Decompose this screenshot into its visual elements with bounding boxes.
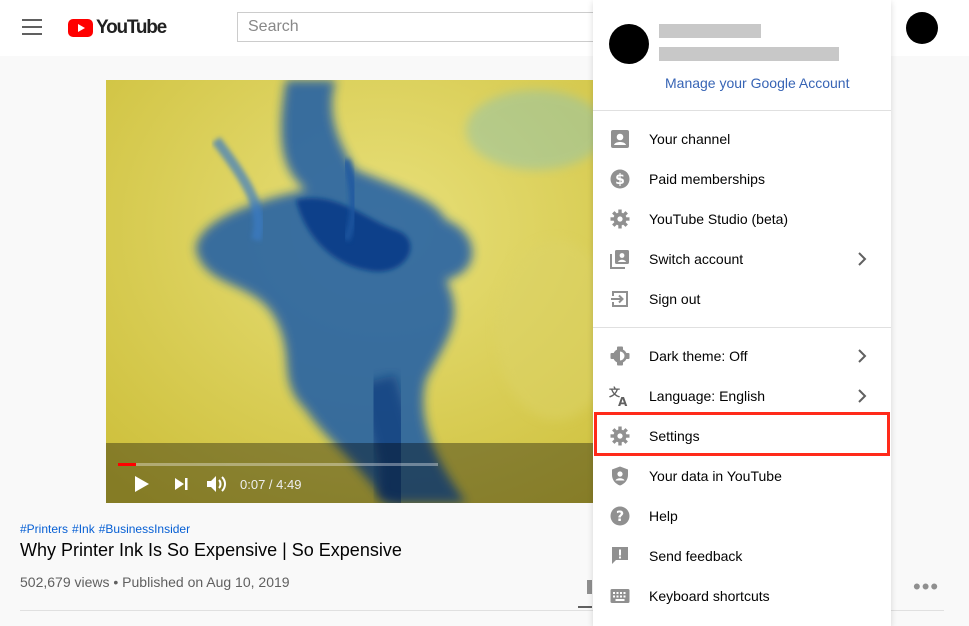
gear-icon — [610, 426, 630, 446]
menu-item-paid-memberships[interactable]: $ Paid memberships — [593, 159, 891, 199]
svg-text:?: ? — [616, 509, 624, 525]
manage-account-link[interactable]: Manage your Google Account — [665, 75, 849, 91]
menu-item-language[interactable]: 文 A Language: English — [593, 376, 891, 416]
menu-item-label: Language: English — [649, 388, 765, 404]
menu-separator — [593, 327, 891, 328]
svg-text:$: $ — [615, 172, 625, 188]
like-ratio-icon — [587, 580, 592, 594]
time-display: 0:07 / 4:49 — [240, 477, 302, 492]
next-icon[interactable] — [174, 477, 188, 491]
logo-text: YouTube — [96, 17, 167, 38]
switch-account-icon — [610, 250, 629, 269]
hashtags: #Printers #Ink #BusinessInsider — [20, 522, 194, 536]
menu-item-send-feedback[interactable]: Send feedback — [593, 536, 891, 576]
account-name-redacted — [659, 24, 761, 38]
menu-item-label: Sign out — [649, 291, 701, 307]
menu-item-keyboard-shortcuts[interactable]: Keyboard shortcuts — [593, 576, 891, 616]
hashtag-link[interactable]: #Printers — [20, 522, 68, 536]
video-meta: 502,679 views • Published on Aug 10, 201… — [20, 574, 290, 590]
hashtag-link[interactable]: #Ink — [72, 522, 95, 536]
player-controls: 0:07 / 4:49 — [106, 463, 606, 503]
menu-item-your-data[interactable]: Your data in YouTube — [593, 456, 891, 496]
menu-item-label: Your data in YouTube — [649, 468, 782, 484]
hamburger-menu-icon[interactable] — [22, 19, 42, 35]
menu-item-label: Your channel — [649, 131, 731, 147]
account-menu: Manage your Google Account Your channel … — [593, 0, 891, 626]
more-actions-icon[interactable]: ••• — [913, 574, 939, 600]
play-icon[interactable] — [134, 475, 150, 493]
hashtag-link[interactable]: #BusinessInsider — [99, 522, 190, 536]
dollar-circle-icon: $ — [610, 169, 630, 189]
like-ratio-bar — [578, 606, 592, 608]
chevron-right-icon — [858, 252, 867, 266]
sign-out-icon — [611, 291, 628, 307]
menu-item-youtube-studio[interactable]: YouTube Studio (beta) — [593, 199, 891, 239]
menu-item-label: Switch account — [649, 251, 744, 267]
menu-item-label: Send feedback — [649, 548, 743, 564]
account-header: Manage your Google Account — [593, 0, 891, 111]
avatar-button[interactable] — [906, 12, 938, 44]
account-avatar — [609, 24, 649, 64]
help-icon: ? — [610, 506, 630, 526]
video-player[interactable]: 0:07 / 4:49 — [106, 80, 606, 503]
search-box[interactable] — [237, 12, 597, 42]
translate-icon: 文 A — [609, 385, 628, 407]
volume-icon[interactable] — [206, 474, 228, 494]
youtube-logo[interactable]: YouTube — [68, 16, 167, 40]
menu-item-label: Paid memberships — [649, 171, 765, 187]
menu-item-label: Dark theme: Off — [649, 348, 748, 364]
chevron-right-icon — [858, 389, 867, 403]
menu-item-dark-theme[interactable]: Dark theme: Off — [593, 336, 891, 376]
menu-item-settings[interactable]: Settings — [593, 416, 891, 456]
menu-item-sign-out[interactable]: Sign out — [593, 279, 891, 319]
chevron-right-icon — [858, 349, 867, 363]
feedback-icon — [612, 547, 628, 564]
menu-item-your-channel[interactable]: Your channel — [593, 119, 891, 159]
menu-item-label: YouTube Studio (beta) — [649, 211, 789, 227]
youtube-play-icon — [68, 19, 93, 37]
menu-item-help[interactable]: ? Help — [593, 496, 891, 536]
shield-person-icon — [612, 466, 628, 486]
menu-item-label: Help — [649, 508, 678, 524]
keyboard-icon — [610, 589, 630, 603]
video-frame — [106, 80, 606, 503]
progress-played — [118, 463, 136, 466]
gear-icon — [610, 209, 630, 229]
menu-item-label: Settings — [649, 428, 700, 444]
progress-bar[interactable] — [118, 463, 438, 466]
account-email-redacted — [659, 47, 839, 61]
video-title: Why Printer Ink Is So Expensive | So Exp… — [20, 540, 402, 560]
search-input[interactable] — [238, 13, 588, 41]
dark-theme-icon — [610, 346, 630, 366]
account-box-icon — [611, 130, 629, 148]
menu-item-switch-account[interactable]: Switch account — [593, 239, 891, 279]
menu-item-label: Keyboard shortcuts — [649, 588, 770, 604]
svg-text:A: A — [618, 395, 628, 407]
